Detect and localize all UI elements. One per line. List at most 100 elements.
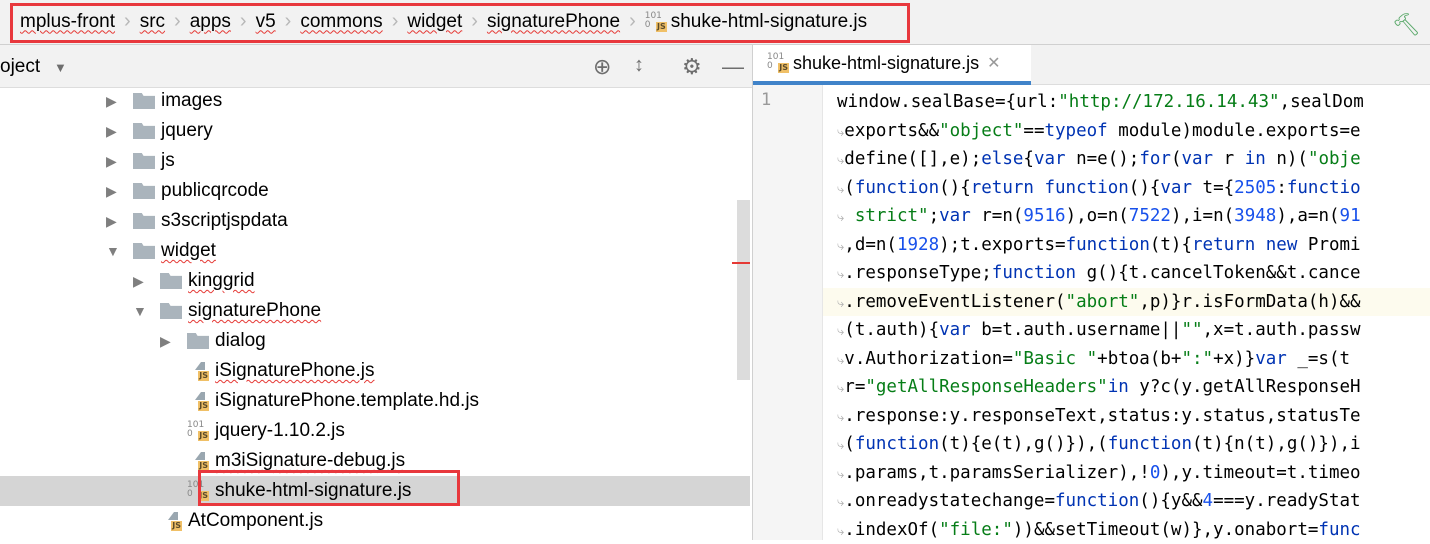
tree-item[interactable]: JSiSignaturePhone.template.hd.js — [0, 386, 750, 416]
tree-item-label: widget — [161, 240, 216, 262]
code-token: return function — [971, 178, 1129, 198]
expand-arrow-right-icon[interactable]: ▶ — [106, 123, 117, 140]
code-token: (t){e(t),g()}),( — [939, 434, 1108, 454]
code-token: (){ — [939, 178, 971, 198]
tree-item[interactable]: 1010JS jquery-1.10.2.js — [0, 416, 750, 446]
code-token: _=s(t — [1287, 349, 1350, 369]
js-min-file-icon: 1010JS — [187, 421, 209, 441]
editor-tab-bar: 1010JS shuke-html-signature.js ✕ — [753, 45, 1430, 85]
highlight-box — [10, 3, 910, 43]
code-token: r — [1213, 149, 1245, 169]
code-token: module)module.exports=e — [1108, 121, 1361, 141]
expand-arrow-down-icon[interactable]: ▼ — [106, 243, 120, 259]
close-icon[interactable]: ✕ — [987, 53, 1000, 73]
code-area[interactable]: window.sealBase={url:"http://172.16.14.4… — [823, 88, 1430, 544]
folder-icon — [133, 243, 155, 259]
tree-item-label: m3iSignature-debug.js — [215, 450, 405, 472]
tree-item[interactable]: JSAtComponent.js — [0, 506, 750, 536]
project-view-selector[interactable]: oject — [0, 56, 40, 78]
gear-icon[interactable]: ⚙ — [682, 54, 702, 80]
code-token: "obje — [1308, 149, 1361, 169]
code-token: == — [1023, 121, 1044, 141]
code-token: y?c(y.getAllResponseH — [1129, 377, 1361, 397]
code-token: .responseType; — [844, 263, 992, 283]
tree-item[interactable]: ▼ signaturePhone — [0, 296, 750, 326]
tree-item[interactable]: ▼ widget — [0, 236, 750, 266]
folder-icon — [133, 123, 155, 139]
tree-item-label: dialog — [215, 330, 266, 352]
code-token: ,p)}r.isFormData(h)&& — [1139, 292, 1360, 312]
build-hammer-icon[interactable]: 🔨︎ — [1392, 12, 1420, 38]
code-token: function — [855, 434, 939, 454]
locate-icon[interactable]: ⊕ — [593, 54, 611, 80]
code-line: ⤷.response:y.responseText,status:y.statu… — [823, 402, 1430, 431]
tree-item[interactable]: ▶ kinggrid — [0, 266, 750, 296]
tree-item-label: signaturePhone — [188, 300, 321, 322]
code-line: ⤷v.Authorization="Basic "+btoa(b+":"+x)}… — [823, 345, 1430, 374]
tree-item-label: kinggrid — [188, 270, 255, 292]
code-token: +btoa(b+ — [1097, 349, 1181, 369]
breadcrumb-bar: mplus-front›src›apps›v5›commons›widget›s… — [0, 0, 1430, 45]
tree-item[interactable]: ▶jquery — [0, 116, 750, 146]
tree-item[interactable]: JSiSignaturePhone.js — [0, 356, 750, 386]
hide-icon[interactable]: — — [722, 54, 744, 80]
code-token: Promi — [1297, 235, 1360, 255]
tree-item-label: AtComponent.js — [188, 510, 323, 532]
code-token: ,x=t.auth.passw — [1203, 320, 1361, 340]
code-token: { — [1023, 149, 1034, 169]
code-token: function — [855, 178, 939, 198]
expand-arrow-right-icon[interactable]: ▶ — [106, 183, 117, 200]
js-file-icon: JS — [187, 451, 209, 471]
project-toolbar: oject ▼ ⊕ ↕ ⚙ — — [0, 45, 752, 88]
code-token: ),i=n( — [1171, 206, 1234, 226]
folder-icon — [133, 93, 155, 109]
expand-arrow-right-icon[interactable]: ▶ — [106, 93, 117, 110]
code-token: b=t.auth.username|| — [971, 320, 1182, 340]
code-token: ( — [844, 434, 855, 454]
expand-arrow-right-icon[interactable]: ▶ — [160, 333, 171, 350]
code-token: else — [981, 149, 1023, 169]
code-token: ),y.timeout=t.timeo — [1160, 463, 1360, 483]
code-token: .removeEventListener( — [844, 292, 1065, 312]
code-token: exports&& — [844, 121, 939, 141]
tree-item-label: js — [161, 150, 175, 172]
tree-scrollbar[interactable] — [737, 200, 750, 380]
code-token: (t.auth){ — [844, 320, 939, 340]
code-line: ⤷(function(t){e(t),g()}),(function(t){n(… — [823, 430, 1430, 459]
tree-item[interactable]: ▶s3scriptjspdata — [0, 206, 750, 236]
tree-item[interactable]: ▶publicqrcode — [0, 176, 750, 206]
folder-icon — [187, 333, 209, 349]
js-file-icon: JS — [187, 361, 209, 381]
js-file-icon: JS — [187, 391, 209, 411]
folder-icon — [133, 213, 155, 229]
code-token: var — [1181, 149, 1213, 169]
code-token: var — [1034, 149, 1066, 169]
chevron-down-icon[interactable]: ▼ — [54, 60, 67, 75]
code-token: typeof — [1044, 121, 1107, 141]
tree-item[interactable]: ▶ dialog — [0, 326, 750, 356]
code-token: (t){n(t),g()}),i — [1192, 434, 1361, 454]
tree-item[interactable]: ▶ js — [0, 146, 750, 176]
tree-item-label: jquery-1.10.2.js — [215, 420, 345, 442]
code-token: v.Authorization= — [844, 349, 1013, 369]
code-token: var — [1160, 178, 1192, 198]
highlight-box — [198, 470, 460, 506]
expand-arrow-right-icon[interactable]: ▶ — [106, 213, 117, 230]
code-token: in — [1245, 149, 1266, 169]
code-token: 3948 — [1234, 206, 1276, 226]
code-line: ⤷.responseType;function g(){t.cancelToke… — [823, 259, 1430, 288]
tree-item[interactable]: ▶images — [0, 86, 750, 116]
tab-label: shuke-html-signature.js — [793, 53, 979, 74]
expand-arrow-right-icon[interactable]: ▶ — [133, 273, 144, 290]
code-token: window.sealBase={url: — [837, 92, 1058, 112]
code-token: func — [1318, 520, 1360, 540]
code-token: g(){t.cancelToken&&t.cance — [1076, 263, 1360, 283]
code-token: ,sealDom — [1280, 92, 1364, 112]
expand-arrow-down-icon[interactable]: ▼ — [133, 303, 147, 319]
expand-arrow-right-icon[interactable]: ▶ — [106, 153, 117, 170]
code-token: for — [1139, 149, 1171, 169]
code-token: +x)} — [1213, 349, 1255, 369]
tab-shuke-html-signature[interactable]: 1010JS shuke-html-signature.js ✕ — [753, 45, 1031, 85]
collapse-all-icon[interactable]: ↕ — [634, 54, 644, 77]
code-token: (){y&& — [1139, 491, 1202, 511]
